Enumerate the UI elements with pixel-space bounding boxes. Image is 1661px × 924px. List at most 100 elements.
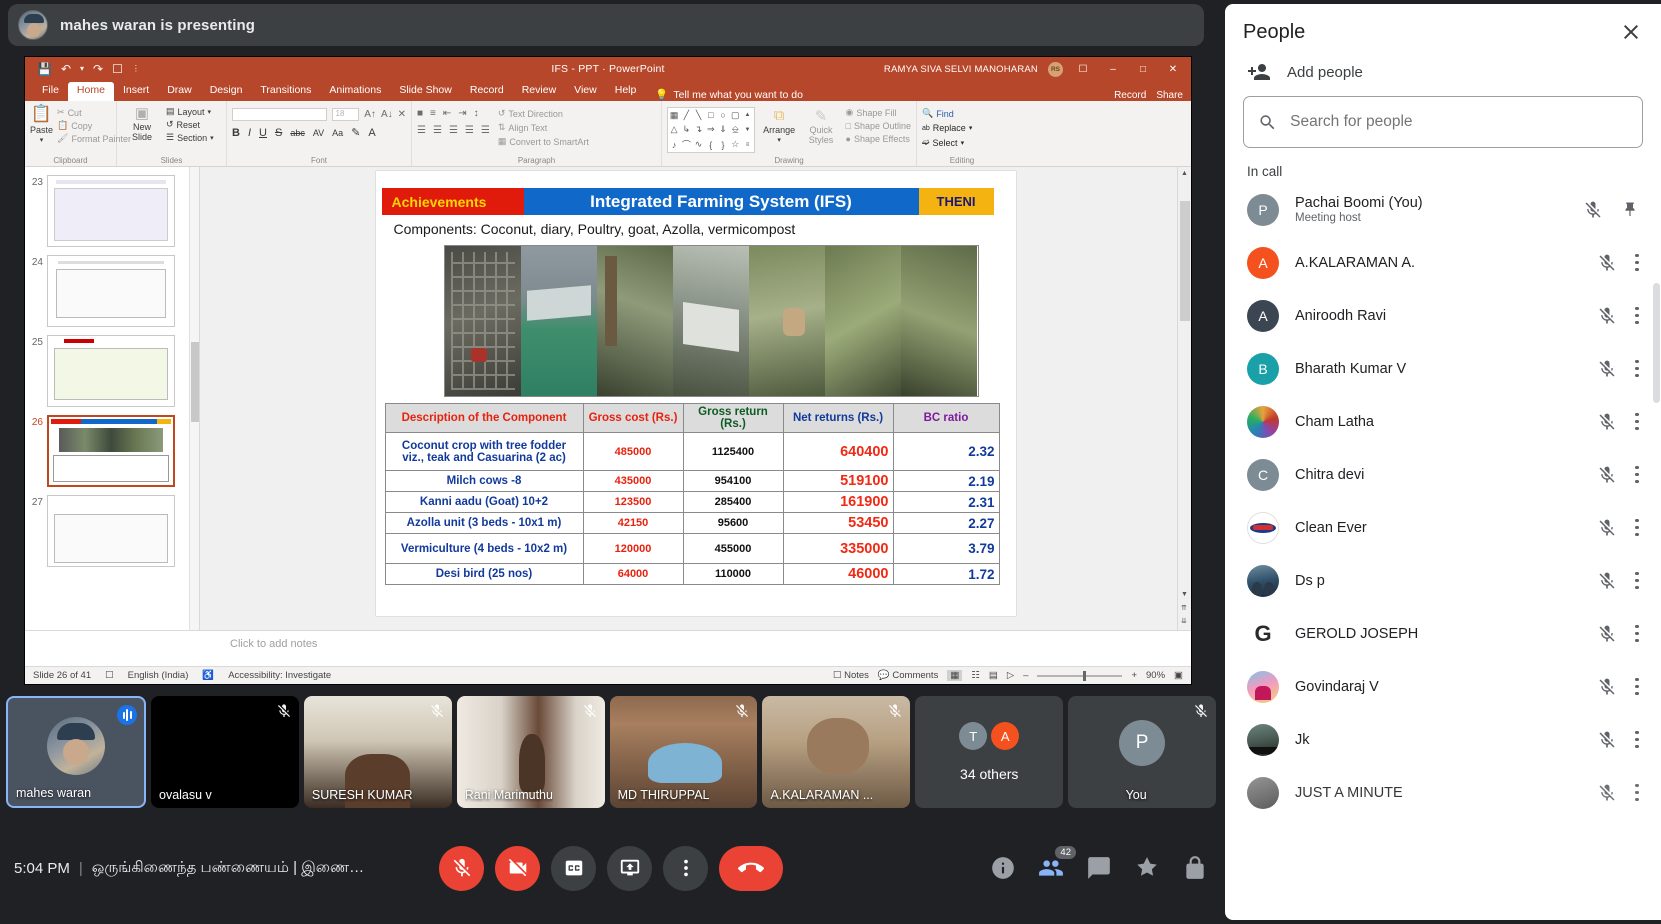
participant-options-icon[interactable] [1635, 783, 1639, 802]
spellcheck-icon[interactable]: ☐ [105, 670, 114, 681]
clear-formatting-icon[interactable]: ✕ [398, 109, 406, 120]
replace-button[interactable]: ab Replace ▾ [922, 123, 1002, 133]
chevron-down-icon[interactable]: ▾ [208, 108, 212, 116]
mic-off-icon[interactable] [1597, 465, 1617, 485]
chat-icon[interactable] [1086, 855, 1112, 881]
zoom-out-icon[interactable]: – [1023, 670, 1028, 681]
participant-options-icon[interactable] [1635, 253, 1639, 272]
accessibility-label[interactable]: Accessibility: Investigate [228, 670, 331, 681]
camera-off-button[interactable] [495, 845, 540, 891]
tab-view[interactable]: View [565, 82, 606, 101]
character-spacing-icon[interactable]: AV [313, 128, 324, 138]
slide-canvas-area[interactable]: Achievements Integrated Farming System (… [200, 167, 1191, 630]
share-button[interactable]: Share [1156, 90, 1183, 101]
thumbnail-item[interactable]: 23 [25, 171, 199, 251]
tab-file[interactable]: File [33, 82, 68, 101]
filmstrip-tile-suresh-kumar[interactable]: SURESH KUMAR [303, 696, 452, 808]
next-slide-icon[interactable]: ⇊ [1181, 617, 1187, 625]
thumbnail-item[interactable]: 24 [25, 251, 199, 331]
filmstrip-tile-md-thiruppal[interactable]: MD THIRUPPAL [609, 696, 758, 808]
new-slide-button[interactable]: ▣ New Slide [122, 104, 162, 143]
notes-pane[interactable]: Click to add notes [25, 630, 1191, 666]
participant-options-icon[interactable] [1635, 677, 1639, 696]
decrease-font-size-icon[interactable]: A↓ [381, 109, 393, 120]
hang-up-button[interactable] [719, 845, 783, 891]
quick-styles-button[interactable]: ✎ Quick Styles [804, 107, 839, 146]
tab-insert[interactable]: Insert [114, 82, 158, 101]
chevron-down-icon[interactable]: ▾ [777, 136, 781, 144]
align-right-icon[interactable]: ☰ [449, 125, 458, 136]
host-controls-icon[interactable] [1182, 855, 1208, 881]
minimize-icon[interactable]: – [1103, 64, 1123, 75]
people-list-scrollbar[interactable] [1653, 283, 1660, 403]
slide-show-icon[interactable]: ▷ [1007, 670, 1014, 681]
save-icon[interactable]: 💾 [37, 63, 52, 75]
participant-options-icon[interactable] [1635, 412, 1639, 431]
more-options-button[interactable] [663, 845, 708, 891]
present-button[interactable] [607, 845, 652, 891]
notes-toggle[interactable]: ☐ Notes [833, 670, 869, 681]
mic-off-icon[interactable] [1597, 306, 1617, 326]
italic-button[interactable]: I [248, 127, 251, 139]
align-left-icon[interactable]: ☰ [417, 125, 426, 136]
current-slide[interactable]: Achievements Integrated Farming System (… [375, 171, 1016, 616]
increase-font-size-icon[interactable]: A↑ [364, 109, 376, 120]
search-people-box[interactable] [1243, 96, 1643, 148]
quick-access-toolbar[interactable]: 💾 ↶ ▾ ↷ ☐ ⋮ [25, 63, 140, 75]
slide-vertical-scrollbar[interactable]: ▲ ▼ ⇈ ⇊ [1177, 167, 1191, 630]
change-case-icon[interactable]: Aa [332, 128, 343, 138]
strikethrough-button[interactable]: abc [290, 128, 305, 138]
paste-dropdown-icon[interactable]: ▾ [40, 136, 44, 144]
mic-off-icon[interactable] [1597, 359, 1617, 379]
participant-options-icon[interactable] [1635, 465, 1639, 484]
zoom-level[interactable]: 90% [1146, 670, 1165, 681]
slide-thumbnail-pane[interactable]: 23 24 25 26 27 [25, 167, 200, 630]
shapes-gallery[interactable]: ▦ ╱ ╲ □ ○ ▢ ▲ △ ↳ ↴ ⇒ ⇓ ⎒ ▼ ♪ ⌒ ∿{} ☆ ≡ [667, 107, 755, 153]
slide-sorter-icon[interactable]: ☷ [971, 670, 980, 681]
close-icon[interactable] [1619, 20, 1643, 44]
reset-button[interactable]: ↺ Reset [166, 119, 214, 130]
mic-off-icon[interactable] [1583, 200, 1603, 220]
thumbnail-preview[interactable] [47, 175, 175, 247]
filmstrip-tile-others[interactable]: T A 34 others [915, 696, 1064, 808]
filmstrip-tile-rani-marimuthu[interactable]: Rani Marimuthu [456, 696, 605, 808]
tab-help[interactable]: Help [606, 82, 646, 101]
participant-row[interactable]: Jk [1225, 713, 1661, 766]
filmstrip-tile-mahes-waran[interactable]: mahes waran [6, 696, 146, 808]
thumbnail-preview[interactable] [47, 335, 175, 407]
line-spacing-icon[interactable]: ↕ [474, 108, 479, 119]
tab-draw[interactable]: Draw [158, 82, 201, 101]
participant-options-icon[interactable] [1635, 730, 1639, 749]
participant-row[interactable]: JUST A MINUTE [1225, 766, 1661, 819]
undo-dropdown-icon[interactable]: ▾ [80, 65, 84, 73]
shape-outline-button[interactable]: □ Shape Outline [846, 121, 911, 131]
mic-off-button[interactable] [439, 845, 484, 891]
justify-icon[interactable]: ☰ [465, 125, 474, 136]
participant-row[interactable]: Govindaraj V [1225, 660, 1661, 713]
mic-off-icon[interactable] [1597, 412, 1617, 432]
thumbnail-item[interactable]: 25 [25, 331, 199, 411]
fit-to-window-icon[interactable]: ▣ [1174, 670, 1183, 681]
participant-row[interactable]: Clean Ever [1225, 501, 1661, 554]
normal-view-icon[interactable]: ▦ [947, 670, 963, 681]
chevron-down-icon[interactable]: ▾ [969, 124, 973, 132]
people-button[interactable]: 42 [1038, 846, 1076, 881]
previous-slide-icon[interactable]: ⇈ [1181, 604, 1187, 612]
section-button[interactable]: ☰ Section ▾ [166, 132, 214, 143]
participant-options-icon[interactable] [1635, 359, 1639, 378]
shape-effects-button[interactable]: ● Shape Effects [846, 134, 911, 144]
scrollbar-thumb[interactable] [1180, 201, 1190, 321]
reading-view-icon[interactable]: ▤ [989, 670, 998, 681]
participant-row[interactable]: A A.KALARAMAN A. [1225, 236, 1661, 289]
meeting-details-icon[interactable] [990, 855, 1016, 881]
font-size-combobox[interactable]: 18 [331, 108, 360, 121]
participant-row[interactable]: Ds p [1225, 554, 1661, 607]
tab-design[interactable]: Design [201, 82, 252, 101]
layout-button[interactable]: ▤ Layout ▾ [166, 106, 214, 117]
mic-off-icon[interactable] [1597, 253, 1617, 273]
decrease-indent-icon[interactable]: ⇤ [443, 108, 451, 119]
present-icon[interactable]: ☐ [112, 63, 123, 75]
filmstrip-tile-you[interactable]: P You [1068, 696, 1217, 808]
participant-row[interactable]: B Bharath Kumar V [1225, 342, 1661, 395]
participant-row[interactable]: A Aniroodh Ravi [1225, 289, 1661, 342]
